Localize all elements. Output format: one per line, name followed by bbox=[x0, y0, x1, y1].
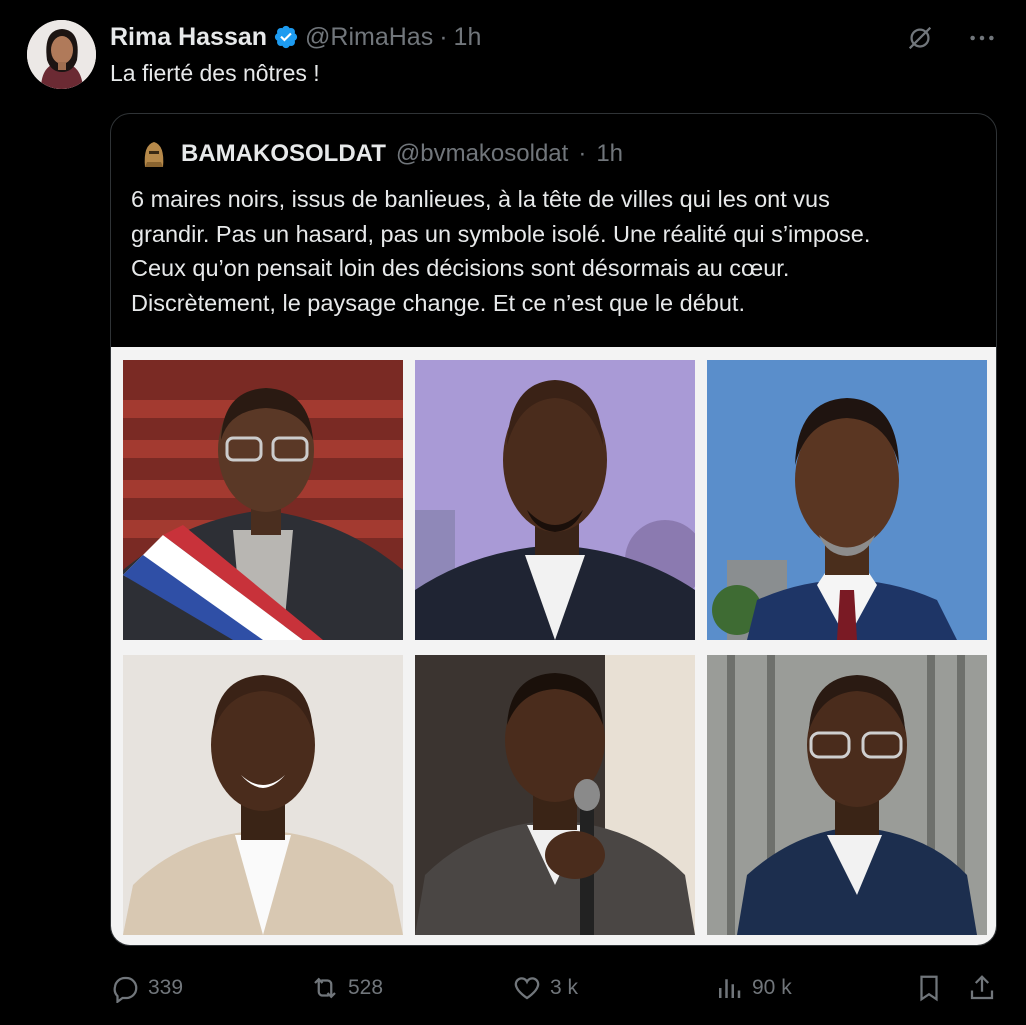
author-handle[interactable]: @RimaHas bbox=[305, 23, 433, 52]
quoted-avatar[interactable] bbox=[137, 137, 171, 171]
reply-count: 339 bbox=[148, 976, 184, 999]
bookmark-button[interactable] bbox=[914, 968, 944, 1008]
author-avatar[interactable] bbox=[27, 20, 96, 89]
grok-icon[interactable] bbox=[904, 22, 936, 54]
quoted-text-line: grandir. Pas un hasard, pas un symbole i… bbox=[131, 220, 871, 247]
quoted-text: 6 maires noirs, issus de banlieues, à la… bbox=[131, 182, 981, 320]
quoted-text-line: Ceux qu’on pensait loin des décisions so… bbox=[131, 255, 790, 281]
quoted-header: BAMAKOSOLDAT @bvmakosoldat · 1h bbox=[137, 136, 623, 172]
verified-badge-icon[interactable] bbox=[273, 24, 299, 50]
share-icon bbox=[970, 975, 994, 1000]
quoted-time[interactable]: 1h bbox=[596, 140, 623, 168]
quoted-author-handle[interactable]: @bvmakosoldat bbox=[396, 140, 568, 168]
like-button[interactable]: 3 k bbox=[512, 968, 578, 1008]
views-count: 90 k bbox=[752, 976, 792, 999]
tweet-header: Rima Hassan @RimaHas · 1h bbox=[110, 20, 481, 54]
reply-icon bbox=[113, 976, 138, 1003]
tweet-time[interactable]: 1h bbox=[454, 23, 482, 52]
bookmark-icon bbox=[920, 975, 938, 1002]
quoted-text-line: Discrètement, le paysage change. Et ce n… bbox=[131, 289, 745, 316]
repost-icon bbox=[314, 977, 336, 999]
heart-icon bbox=[514, 977, 540, 1000]
photo-collage[interactable] bbox=[111, 347, 996, 945]
repost-button[interactable]: 528 bbox=[310, 968, 383, 1008]
mayor-photo-1[interactable] bbox=[123, 360, 403, 640]
quoted-separator-dot: · bbox=[578, 140, 587, 167]
quoted-text-line: 6 maires noirs, issus de banlieues, à la… bbox=[131, 186, 830, 212]
tweet-text: La fierté des nôtres ! bbox=[110, 60, 320, 86]
reply-button[interactable]: 339 bbox=[110, 968, 183, 1008]
mayor-photo-2[interactable] bbox=[415, 360, 695, 640]
share-button[interactable] bbox=[967, 968, 997, 1008]
more-icon[interactable] bbox=[966, 22, 998, 54]
top-actions bbox=[904, 22, 998, 54]
separator-dot: · bbox=[439, 22, 448, 51]
mayor-photo-3[interactable] bbox=[707, 360, 987, 640]
quoted-author-name[interactable]: BAMAKOSOLDAT bbox=[181, 140, 386, 168]
views-icon bbox=[719, 979, 741, 998]
mayor-photo-6[interactable] bbox=[707, 655, 987, 935]
repost-count: 528 bbox=[348, 976, 384, 999]
like-count: 3 k bbox=[550, 976, 579, 999]
mayor-photo-5[interactable] bbox=[415, 655, 695, 935]
quoted-tweet[interactable]: BAMAKOSOLDAT @bvmakosoldat · 1h 6 maires… bbox=[110, 113, 997, 946]
mayor-photo-4[interactable] bbox=[123, 655, 403, 935]
action-bar: 339 528 3 k 90 k bbox=[110, 968, 1000, 1008]
views-button[interactable]: 90 k bbox=[714, 968, 792, 1008]
author-name[interactable]: Rima Hassan bbox=[110, 23, 267, 52]
